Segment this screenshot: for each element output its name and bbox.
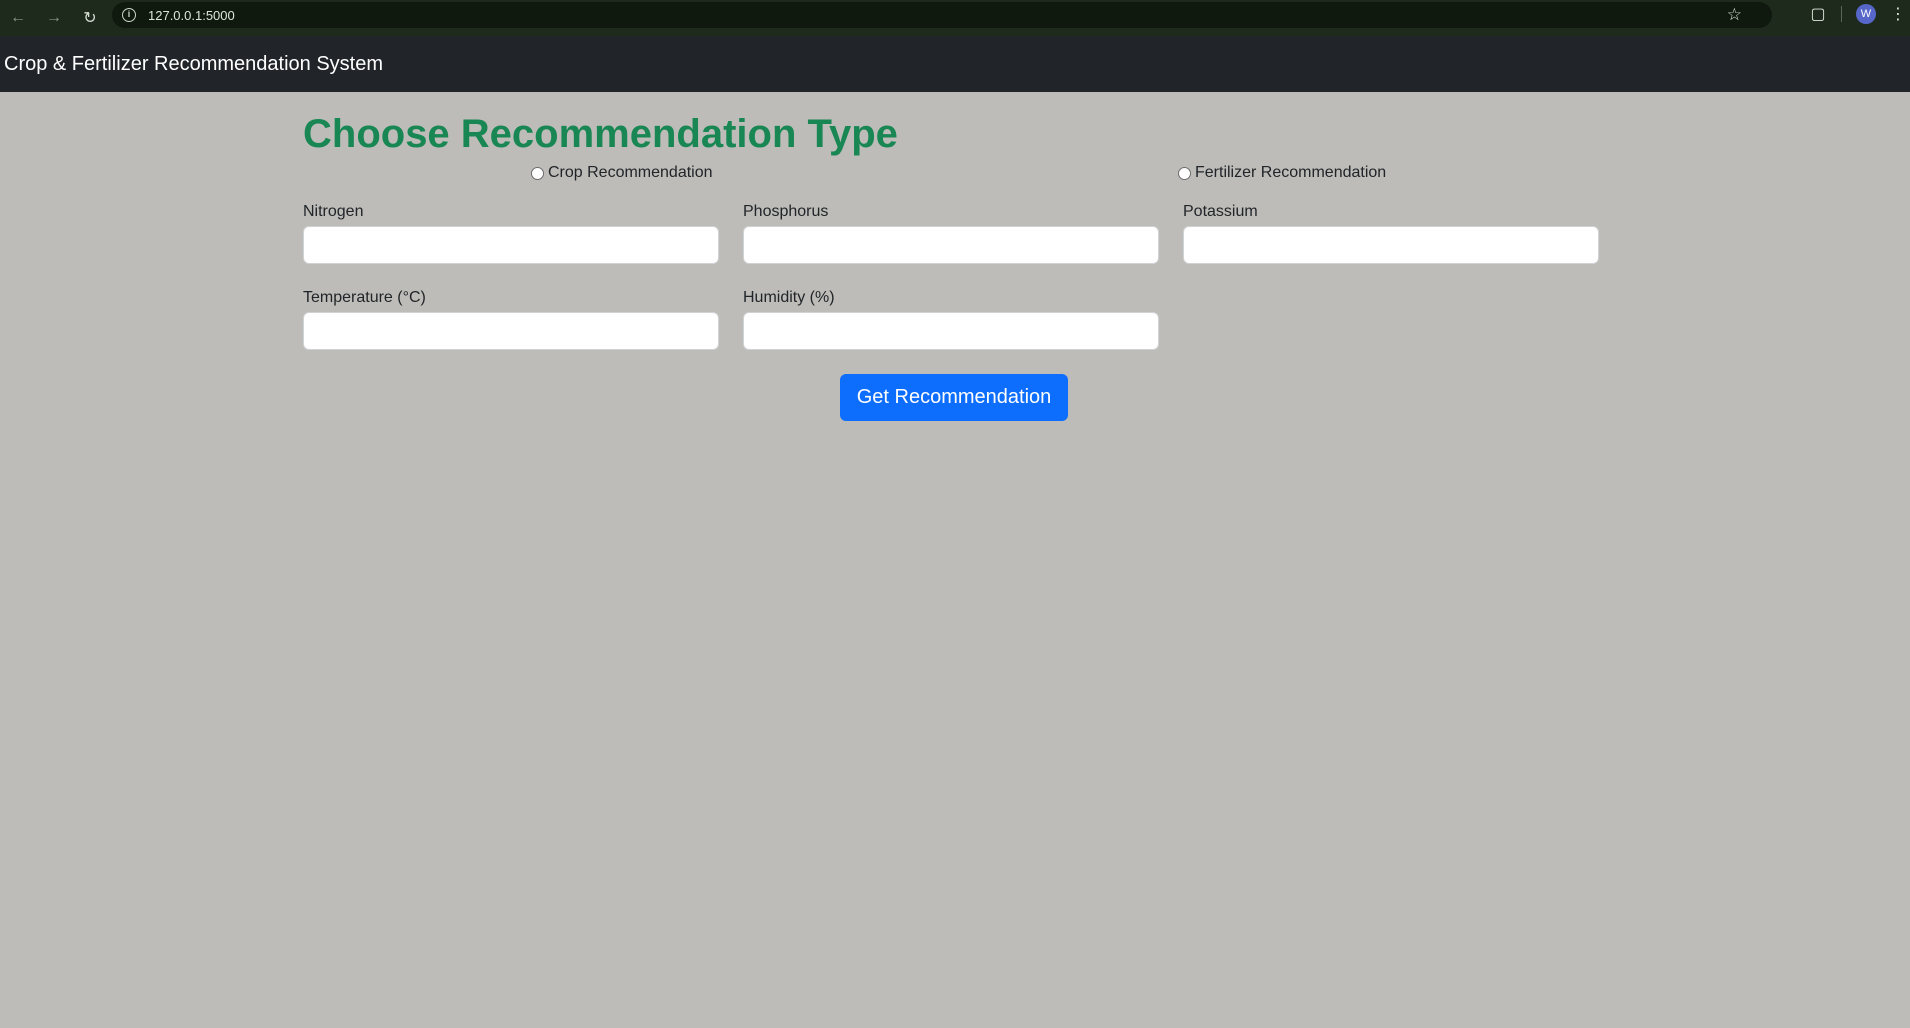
humidity-label: Humidity (%) <box>743 289 835 306</box>
page-title: Choose Recommendation Type <box>303 112 898 156</box>
nitrogen-field-group: Nitrogen <box>303 202 719 264</box>
humidity-field-group: Humidity (%) <box>743 288 1159 350</box>
radio-circle[interactable] <box>531 166 544 180</box>
main-container: Choose Recommendation Type Crop Recommen… <box>303 92 1605 421</box>
radio-label: Crop Recommendation <box>548 164 713 181</box>
get-recommendation-button[interactable]: Get Recommendation <box>839 374 1069 421</box>
menu-icon[interactable]: ⋮ <box>1890 4 1906 24</box>
fields-row-2: Temperature (°C) Humidity (%) <box>303 288 1605 350</box>
phosphorus-label: Phosphorus <box>743 203 829 220</box>
potassium-field-group: Potassium <box>1183 202 1599 264</box>
temperature-input[interactable] <box>303 312 719 350</box>
star-icon[interactable]: ☆ <box>1727 5 1742 25</box>
reload-icon[interactable]: ↻ <box>72 6 108 30</box>
phosphorus-input[interactable] <box>743 226 1159 264</box>
navbar: Crop & Fertilizer Recommendation System <box>0 36 1910 92</box>
humidity-input[interactable] <box>743 312 1159 350</box>
temperature-label: Temperature (°C) <box>303 289 426 306</box>
nitrogen-input[interactable] <box>303 226 719 264</box>
radio-circle[interactable] <box>1178 166 1191 180</box>
info-icon[interactable]: i <box>122 8 136 22</box>
temperature-field-group: Temperature (°C) <box>303 288 719 350</box>
potassium-input[interactable] <box>1183 226 1599 264</box>
phosphorus-field-group: Phosphorus <box>743 202 1159 264</box>
nitrogen-label: Nitrogen <box>303 203 364 220</box>
address-bar[interactable]: i 127.0.0.1:5000 ☆ <box>112 2 1772 28</box>
browser-actions: ▢ W ⋮ <box>1770 0 1910 28</box>
submit-wrapper: Get Recommendation <box>303 374 1605 421</box>
radio-crop-recommendation[interactable]: Crop Recommendation <box>531 164 713 182</box>
potassium-label: Potassium <box>1183 203 1258 220</box>
back-icon[interactable]: ← <box>0 6 36 30</box>
radio-label: Fertilizer Recommendation <box>1195 164 1387 181</box>
toolbar-bottom-strip <box>0 28 1910 36</box>
extensions-icon[interactable]: ▢ <box>1809 4 1827 24</box>
avatar[interactable]: W <box>1856 4 1876 24</box>
navbar-brand[interactable]: Crop & Fertilizer Recommendation System <box>4 53 383 76</box>
forward-icon[interactable]: → <box>36 6 72 30</box>
radio-fertilizer-recommendation[interactable]: Fertilizer Recommendation <box>1178 164 1386 182</box>
fields-row-1: Nitrogen Phosphorus Potassium <box>303 202 1605 264</box>
url-text: 127.0.0.1:5000 <box>148 7 235 23</box>
recommendation-type-group: Crop Recommendation Fertilizer Recommend… <box>303 164 1605 194</box>
toolbar-divider <box>1841 6 1842 22</box>
